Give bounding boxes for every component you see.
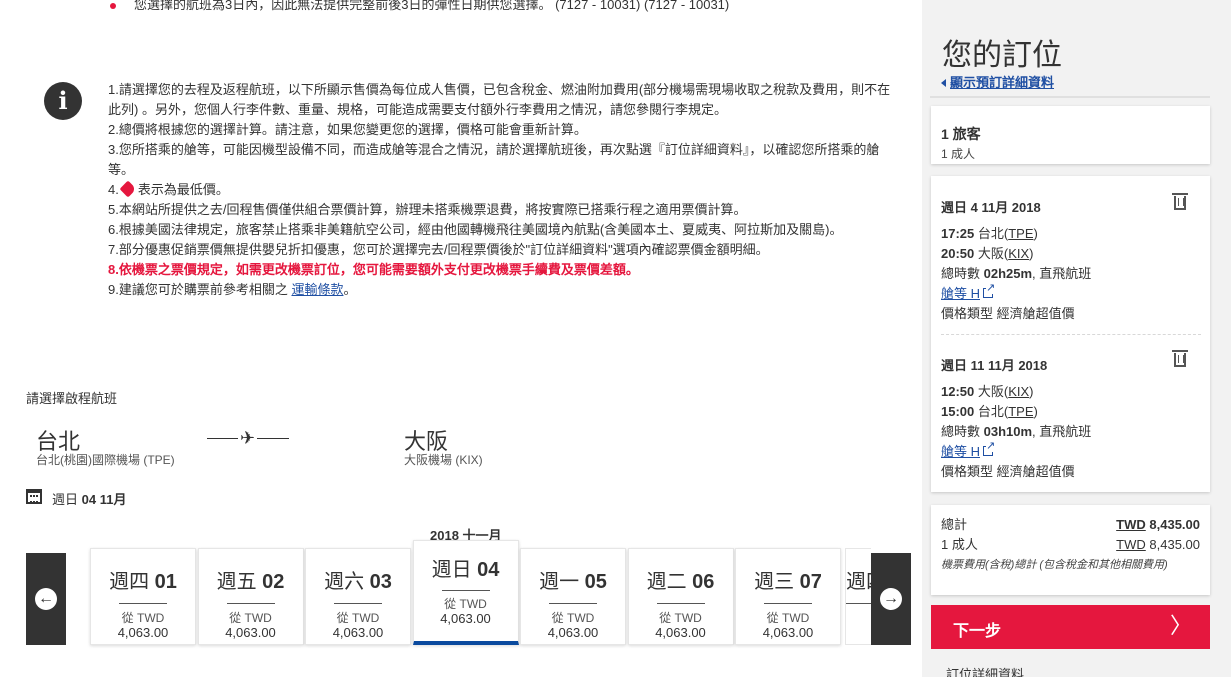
date-card-partial[interactable]: 週四 0 (845, 548, 871, 645)
trash-icon[interactable] (1172, 193, 1188, 210)
date-price: 4,063.00 (332, 625, 384, 640)
date-card-06[interactable]: 週二 06 從 TWD 4,063.00 (627, 548, 734, 645)
arrow-left-icon: ← (35, 588, 57, 610)
date-card-02[interactable]: 週五 02 從 TWD 4,063.00 (197, 548, 304, 645)
info-list: 1.請選擇您的去程及返程航班，以下所顯示售價為每位成人售價，已包含稅金、燃油附加… (108, 80, 898, 300)
passenger-summary: 1 旅客 1 成人 (931, 106, 1210, 164)
info-item: 2.總價將根據您的選擇計算。請注意，如果您變更您的選擇，價格可能會重新計算。 (108, 122, 587, 137)
external-link-icon (983, 440, 996, 456)
info-item: 7.部分優惠促銷票價無提供嬰兒折扣優惠，您可於選擇完去/回程票價後於"訂位詳細資… (108, 242, 769, 257)
price-tag-icon (119, 180, 137, 198)
flight-summary: 週日 4 11月 2018 17:25 台北(TPE) 20:50 大阪(KIX… (931, 176, 1210, 492)
date-card-03[interactable]: 週六 03 從 TWD 4,063.00 (305, 548, 411, 645)
prev-dates-button[interactable]: ← (26, 553, 66, 645)
date-price: 4,063.00 (762, 625, 814, 640)
cabin-link[interactable]: 艙等 H (941, 440, 1201, 462)
date-price: 4,063.00 (547, 625, 599, 640)
next-dates-button[interactable]: → (871, 553, 911, 645)
flexible-date-note: 您選擇的航班為3日內，因此無法提供完整前後3日的彈性日期供您選擇。 (7127 … (110, 0, 729, 13)
info-icon: i (44, 82, 82, 120)
calendar-icon (26, 489, 42, 504)
date-card-04-selected[interactable]: 週日 04 從 TWD 4,063.00 (412, 540, 519, 645)
divider (941, 334, 1201, 335)
info-item: 6.根據美國法律規定，旅客禁止搭乘非美籍航空公司，經由他國轉機飛往美國境內航點(… (108, 222, 843, 237)
trash-icon[interactable] (1172, 350, 1188, 367)
price-total: 總計 TWD 8,435.00 1 成人 TWD 8,435.00 機票費用(含… (931, 505, 1210, 595)
date-carousel: 週四 01 從 TWD 4,063.00 週五 02 從 TWD 4,063.0… (90, 540, 843, 645)
info-item: 4. 表示為最低價。 (108, 180, 229, 198)
external-link-icon (983, 282, 996, 298)
origin-airport: 台北(桃園)國際機場 (TPE) (36, 453, 175, 467)
date-price: 4,063.00 (117, 625, 169, 640)
info-item: 9.建議您可於購票前參考相關之 運輸條款。 (108, 282, 357, 297)
date-price: 4,063.00 (440, 611, 491, 626)
caret-left-icon (941, 79, 946, 87)
transport-terms-link[interactable]: 運輸條款 (291, 282, 343, 297)
date-card-05[interactable]: 週一 05 從 TWD 4,063.00 (520, 548, 626, 645)
booking-details-heading: 訂位詳細資料 (946, 667, 1025, 677)
show-booking-details-link[interactable]: 顯示預訂詳細資料 (941, 72, 1054, 91)
section-title: 請選擇啟程航班 (26, 391, 118, 406)
cabin-link[interactable]: 艙等 H (941, 282, 1201, 304)
date-card-07[interactable]: 週三 07 從 TWD 4,063.00 (735, 548, 841, 645)
flight-segment-outbound: 週日 4 11月 2018 17:25 台北(TPE) 20:50 大阪(KIX… (941, 198, 1201, 324)
info-item: 3.您所搭乘的艙等，可能因機型設備不同，而造成艙等混合之情況，請於選擇航班後，再… (108, 142, 880, 177)
date-card-01[interactable]: 週四 01 從 TWD 4,063.00 (90, 548, 196, 645)
divider (930, 96, 1210, 98)
next-step-button[interactable]: 下一步 〉 (931, 605, 1210, 649)
arrow-right-icon: → (880, 588, 902, 610)
chevron-right-icon: 〉 (1169, 613, 1192, 638)
sidebar-title: 您的訂位 (942, 39, 1062, 72)
info-item: 5.本網站所提供之去/回程售價僅供組合票價計算，辦理未搭乘機票退費，將按實際已搭… (108, 202, 747, 217)
destination-airport: 大阪機場 (KIX) (404, 453, 483, 467)
plane-icon: ✈ (238, 428, 258, 448)
selected-date: 週日 04 11月 (52, 492, 127, 507)
flight-segment-return: 週日 11 11月 2018 12:50 大阪(KIX) 15:00 台北(TP… (941, 356, 1201, 482)
bullet-icon (110, 2, 116, 9)
info-item-warning: 8.依機票之票價規定，如需更改機票訂位，您可能需要額外支付更改機票手續費及票價差… (108, 262, 639, 277)
date-price: 4,063.00 (655, 625, 706, 640)
date-price: 4,063.00 (225, 625, 276, 640)
info-item: 1.請選擇您的去程及返程航班，以下所顯示售價為每位成人售價，已包含稅金、燃油附加… (108, 82, 891, 117)
